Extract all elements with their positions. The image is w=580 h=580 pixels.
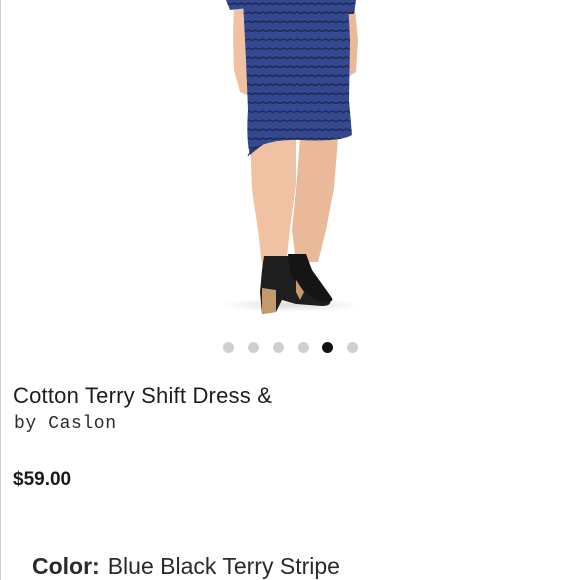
carousel-dot-4[interactable] [298, 342, 309, 353]
color-selector[interactable]: Color: Blue Black Terry Stripe [32, 553, 340, 580]
color-label: Color: [32, 553, 100, 579]
carousel-dot-5-active[interactable] [322, 342, 333, 353]
carousel-dot-1[interactable] [223, 342, 234, 353]
carousel-dot-2[interactable] [248, 342, 259, 353]
product-brand[interactable]: by Caslon [14, 414, 117, 434]
product-image[interactable] [0, 0, 580, 330]
product-price: $59.00 [13, 469, 72, 490]
image-carousel-indicator [0, 342, 580, 354]
carousel-dot-3[interactable] [273, 342, 284, 353]
carousel-dot-6[interactable] [347, 342, 358, 353]
color-value: Blue Black Terry Stripe [107, 553, 340, 579]
product-title: Cotton Terry Shift Dress & [13, 383, 273, 408]
